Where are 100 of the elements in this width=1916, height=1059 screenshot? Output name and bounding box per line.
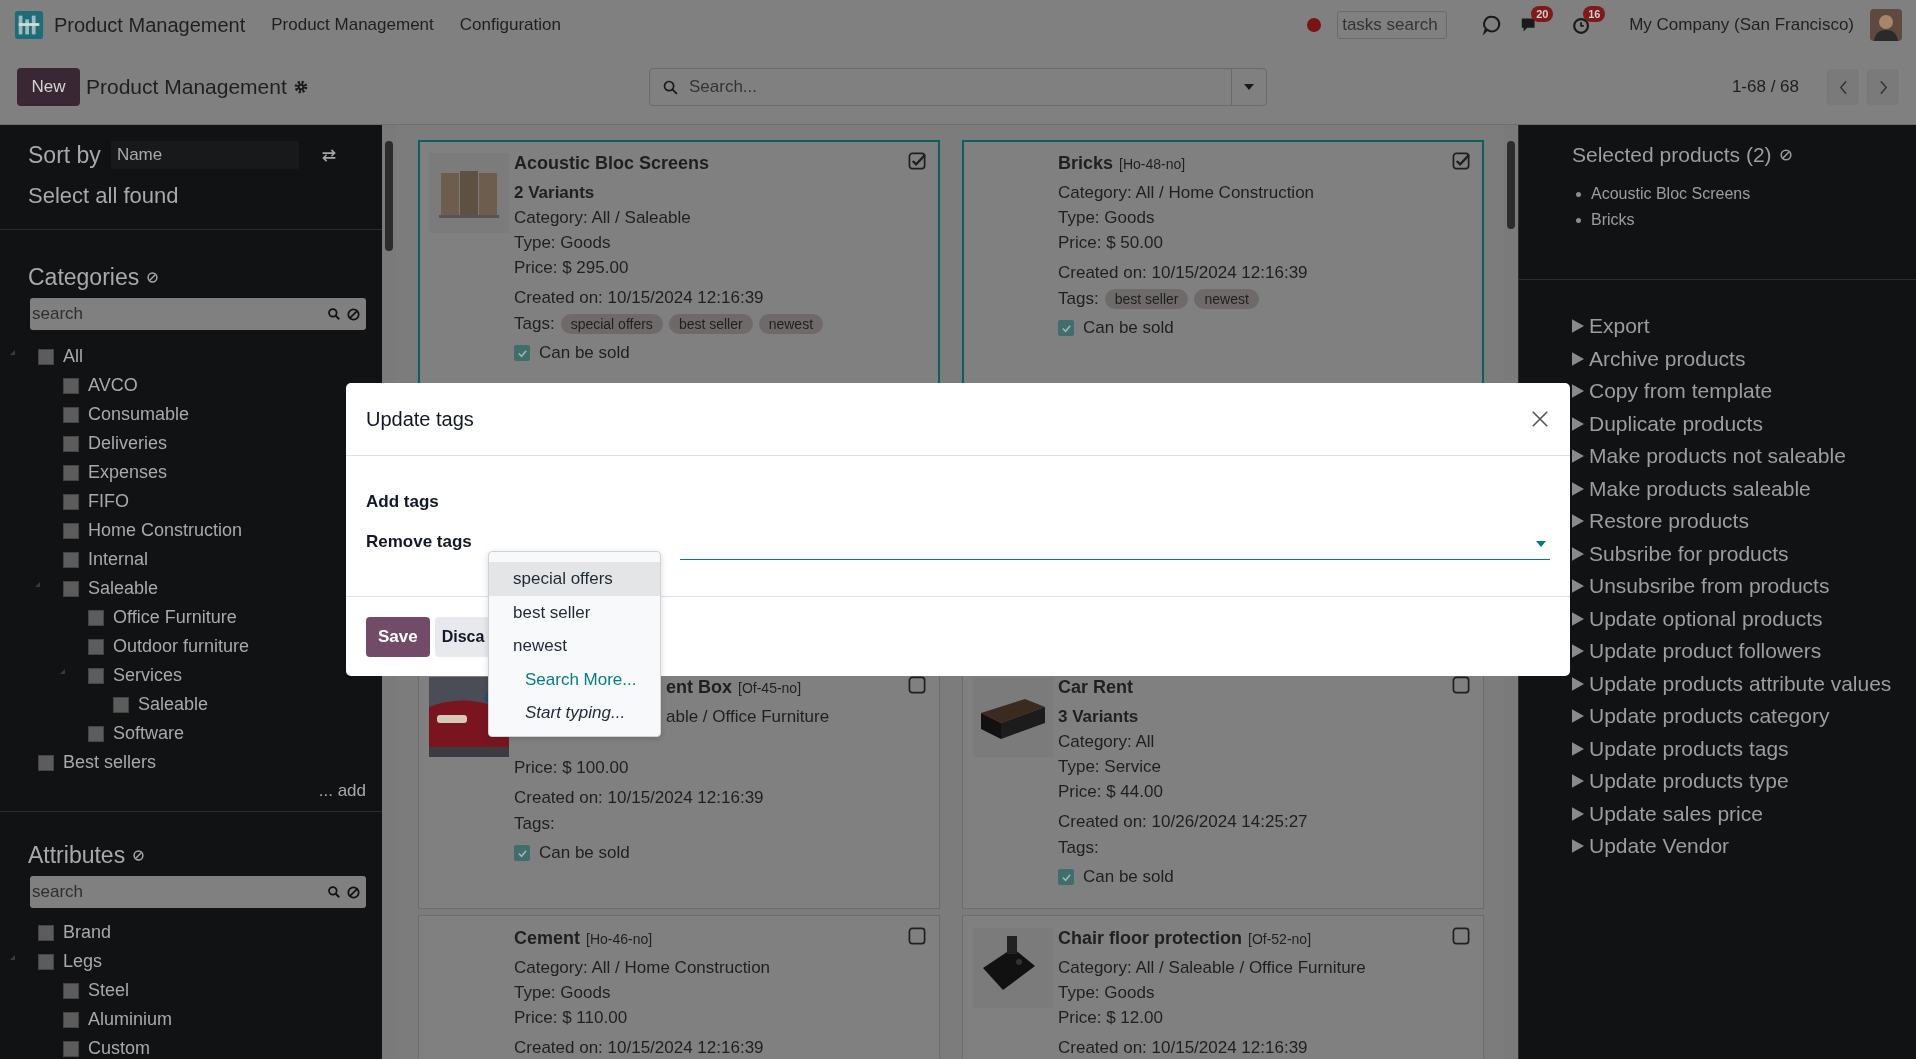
expand-caret-icon[interactable]: [35, 582, 40, 587]
tree-item[interactable]: Home Construction: [88, 520, 243, 541]
action-link[interactable]: Update product followers: [1589, 639, 1822, 664]
checkbox[interactable]: [88, 725, 104, 742]
tree-item[interactable]: Office Furniture: [113, 607, 237, 628]
checkbox[interactable]: [63, 435, 79, 452]
tree-item[interactable]: Internal: [88, 549, 149, 570]
dropdown-item[interactable]: Start typing...: [489, 696, 660, 730]
app-name[interactable]: Product Management: [54, 13, 246, 37]
checkbox[interactable]: [88, 609, 104, 626]
tree-item[interactable]: Legs: [63, 951, 103, 972]
settings-icon[interactable]: [292, 79, 309, 95]
tree-item[interactable]: FIFO: [88, 491, 129, 512]
action-link[interactable]: Restore products: [1589, 509, 1749, 534]
tree-item[interactable]: Expenses: [88, 462, 168, 483]
action-link[interactable]: Duplicate products: [1589, 411, 1763, 436]
action-link[interactable]: Update sales price: [1589, 801, 1763, 826]
checkbox[interactable]: [63, 493, 79, 510]
checkbox[interactable]: [1058, 320, 1074, 336]
select-checkbox[interactable]: [1452, 927, 1471, 946]
checkbox[interactable]: [38, 754, 54, 771]
select-all-link[interactable]: Select all found: [28, 183, 179, 208]
checkbox[interactable]: [38, 953, 54, 970]
menu-item[interactable]: Product Management: [271, 15, 434, 35]
checkbox[interactable]: [63, 1040, 79, 1057]
tree-item[interactable]: Saleable: [88, 578, 159, 599]
action-link[interactable]: Update products attribute values: [1589, 671, 1892, 696]
clear-icon[interactable]: [1779, 149, 1792, 161]
new-button[interactable]: New: [17, 68, 80, 106]
swap-icon[interactable]: [320, 148, 337, 162]
product-name[interactable]: ent Box: [666, 677, 732, 698]
search-box[interactable]: Search...: [649, 68, 1267, 106]
tree-item[interactable]: Consumable: [88, 404, 190, 425]
action-link[interactable]: Archive products: [1589, 346, 1746, 371]
checkbox[interactable]: [514, 845, 530, 861]
product-name[interactable]: Car Rent: [1058, 677, 1133, 698]
save-button[interactable]: Save: [366, 617, 430, 657]
next-button[interactable]: [1867, 69, 1899, 105]
tree-item[interactable]: Custom: [88, 1038, 150, 1059]
tree-item[interactable]: Services: [113, 665, 183, 686]
company-switcher[interactable]: My Company (San Francisco): [1629, 15, 1854, 35]
sort-select[interactable]: Name: [110, 141, 299, 169]
clear-icon[interactable]: [347, 307, 360, 321]
product-card[interactable]: Chair floor protection [Of-52-no] Category: All / Saleable / Office Furniture Type: Goods Price: $ 12.00 Created on: 10/15/2024 12:16:39: [962, 915, 1484, 1059]
select-checkbox[interactable]: [908, 676, 927, 695]
product-name[interactable]: Chair floor protection: [1058, 928, 1242, 949]
add-link[interactable]: ... add: [318, 781, 366, 801]
checkbox[interactable]: [88, 667, 104, 684]
checkbox[interactable]: [38, 348, 54, 365]
tree-item[interactable]: All: [63, 346, 83, 367]
tasks-search-field[interactable]: tasks search: [1337, 11, 1448, 39]
checkbox[interactable]: [63, 377, 79, 394]
tree-item[interactable]: AVCO: [88, 375, 138, 396]
clear-icon[interactable]: [133, 850, 145, 861]
dropdown-item[interactable]: special offers: [489, 562, 660, 596]
checkbox[interactable]: [63, 982, 79, 999]
app-logo-icon[interactable]: [14, 10, 44, 40]
tree-item[interactable]: Steel: [88, 980, 130, 1001]
pager-value[interactable]: 1-68 / 68: [1731, 77, 1799, 97]
product-name[interactable]: Bricks: [1058, 153, 1114, 174]
tree-item[interactable]: Software: [113, 723, 185, 744]
clear-icon[interactable]: [147, 272, 159, 283]
action-link[interactable]: Make products saleable: [1589, 476, 1811, 501]
scrollbar-thumb[interactable]: [385, 141, 393, 251]
tree-item[interactable]: Saleable: [138, 694, 209, 715]
tree-item[interactable]: Brand: [63, 922, 112, 943]
checkbox[interactable]: [63, 464, 79, 481]
checkbox[interactable]: [63, 1011, 79, 1028]
checkbox[interactable]: [63, 406, 79, 423]
tree-item[interactable]: Deliveries: [88, 433, 168, 454]
product-name[interactable]: Cement: [514, 928, 580, 949]
select-checkbox[interactable]: [908, 927, 927, 946]
tree-item[interactable]: Best sellers: [63, 752, 157, 773]
checkbox[interactable]: [63, 522, 79, 539]
checkbox[interactable]: [63, 580, 79, 597]
checkbox[interactable]: [514, 345, 530, 361]
action-link[interactable]: Make products not saleable: [1589, 444, 1846, 469]
expand-caret-icon[interactable]: [10, 955, 15, 960]
action-link[interactable]: Copy from template: [1589, 379, 1773, 404]
scrollbar-thumb[interactable]: [1507, 141, 1515, 229]
product-name[interactable]: Acoustic Bloc Screens: [514, 153, 710, 174]
search-icon[interactable]: [327, 307, 341, 321]
product-card[interactable]: Cement [Ho-46-no] Category: All / Home Construction Type: Goods Price: $ 110.00 Created on: 10/15/2024 12:16:39: [418, 915, 940, 1059]
action-link[interactable]: Update products type: [1589, 769, 1789, 794]
action-link[interactable]: Update products category: [1589, 704, 1830, 729]
close-icon[interactable]: [1531, 410, 1549, 428]
select-checkbox[interactable]: [908, 152, 927, 171]
search-field[interactable]: Search...: [687, 69, 1223, 105]
menu-item[interactable]: Configuration: [459, 15, 561, 35]
expand-caret-icon[interactable]: [60, 669, 65, 674]
action-link[interactable]: Update products tags: [1589, 736, 1789, 761]
tree-item[interactable]: Aluminium: [88, 1009, 173, 1030]
checkbox[interactable]: [1058, 869, 1074, 885]
search-icon[interactable]: [327, 885, 341, 899]
clear-icon[interactable]: [347, 885, 360, 899]
select-checkbox[interactable]: [1452, 676, 1471, 695]
tree-item[interactable]: Outdoor furniture: [113, 636, 250, 657]
action-link[interactable]: Export: [1589, 314, 1650, 339]
previous-button[interactable]: [1827, 69, 1859, 105]
action-link[interactable]: Unsubsribe from products: [1589, 574, 1830, 599]
